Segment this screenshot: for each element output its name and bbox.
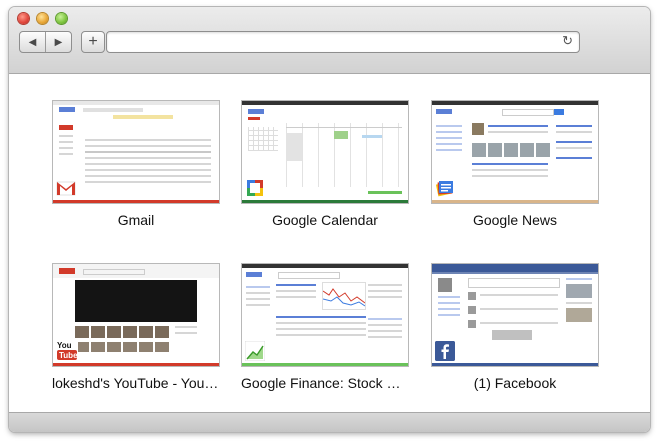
site-thumbnail[interactable] [241, 100, 409, 204]
accent-bar [242, 363, 408, 366]
status-bar [9, 412, 650, 432]
plus-icon: + [88, 33, 98, 50]
google-news-icon [435, 178, 455, 198]
forward-button[interactable]: ▶ [45, 32, 71, 52]
facebook-icon [435, 341, 455, 361]
top-site-tile-gmail[interactable]: Gmail [52, 100, 220, 228]
site-thumbnail[interactable] [241, 263, 409, 367]
navigation-buttons: ◀ ▶ [19, 31, 72, 53]
site-thumbnail[interactable]: You Tube [52, 263, 220, 367]
tile-title: Gmail [117, 212, 155, 228]
accent-bar [53, 363, 219, 366]
svg-text:Tube: Tube [59, 351, 78, 360]
minimize-window-button[interactable] [37, 13, 48, 24]
accent-bar [242, 200, 408, 203]
google-calendar-icon [245, 178, 265, 198]
top-site-tile-facebook[interactable]: (1) Facebook [431, 263, 599, 391]
site-thumbnail[interactable] [431, 100, 599, 204]
gmail-icon [56, 178, 76, 198]
tile-title: Google Calendar [272, 212, 378, 228]
address-bar[interactable]: ↻ [106, 31, 580, 53]
top-sites-grid: Gmail Google Calendar Google News You Tu… [9, 74, 650, 412]
browser-window: ◀ ▶ + ↻ Gmail Google Calendar Google New… [9, 7, 650, 432]
accent-bar [432, 363, 598, 366]
tile-title: (1) Facebook [473, 375, 557, 391]
tile-title: Google News [472, 212, 558, 228]
svg-text:You: You [57, 341, 72, 350]
back-button[interactable]: ◀ [20, 32, 45, 52]
url-input[interactable] [113, 32, 557, 52]
site-thumbnail[interactable] [431, 263, 599, 367]
forward-arrow-icon: ▶ [54, 36, 63, 48]
google-finance-icon [244, 340, 266, 362]
add-bookmark-button[interactable]: + [81, 31, 105, 53]
tile-title: Google Finance: Stock Market Quotes, New… [241, 375, 409, 391]
back-arrow-icon: ◀ [28, 36, 37, 48]
accent-bar [53, 200, 219, 203]
reload-icon[interactable]: ↻ [562, 33, 573, 49]
tile-title: lokeshd's YouTube - YouTube [52, 375, 220, 391]
zoom-window-button[interactable] [56, 13, 67, 24]
top-site-tile-google-news[interactable]: Google News [431, 100, 599, 228]
top-site-tile-youtube[interactable]: You Tube lokeshd's YouTube - YouTube [52, 263, 220, 391]
close-window-button[interactable] [18, 13, 29, 24]
youtube-icon: You Tube [56, 339, 78, 361]
top-site-tile-google-finance[interactable]: Google Finance: Stock Market Quotes, New… [241, 263, 409, 391]
top-site-tile-google-calendar[interactable]: Google Calendar [241, 100, 409, 228]
toolbar: ◀ ▶ + ↻ [9, 7, 650, 74]
site-thumbnail[interactable] [52, 100, 220, 204]
accent-bar [432, 200, 598, 203]
